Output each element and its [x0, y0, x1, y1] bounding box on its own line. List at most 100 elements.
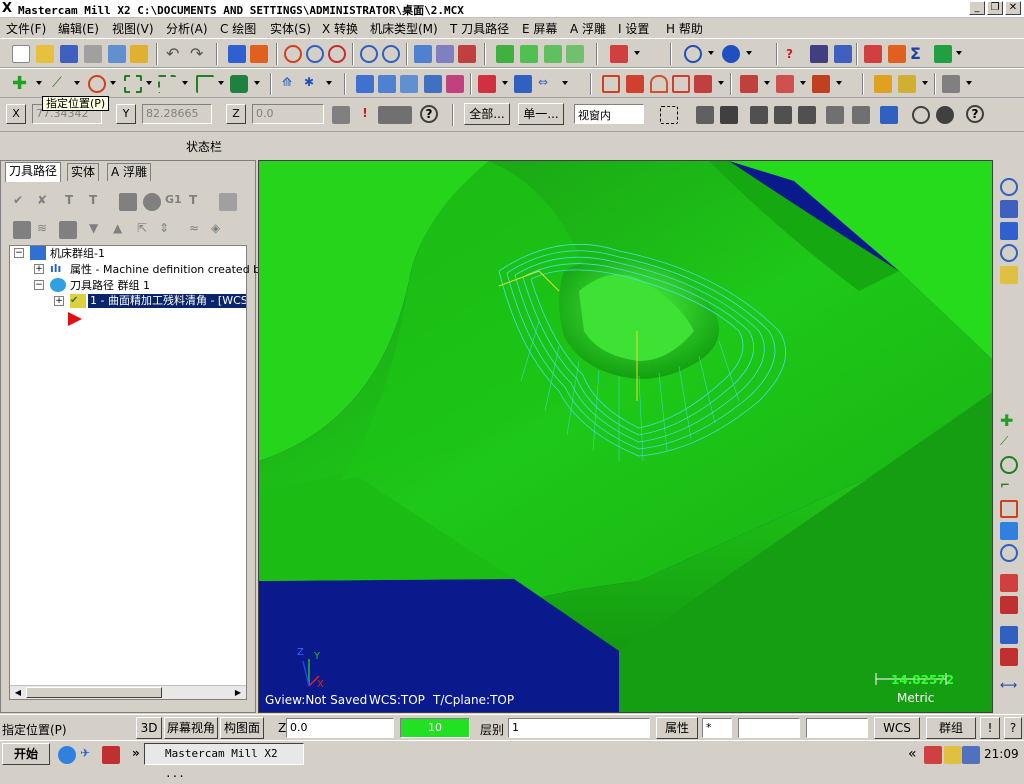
scroll-thumb[interactable] [26, 687, 162, 698]
window-box-icon[interactable] [660, 106, 678, 124]
menu-file[interactable]: 文件(F) [6, 20, 46, 37]
select-dirty-ops-icon[interactable]: ✘ [37, 193, 55, 211]
open-file-icon[interactable] [36, 45, 54, 63]
redo-icon[interactable]: ↷ [190, 45, 208, 63]
menu-machine-type[interactable]: 机床类型(M) [370, 20, 438, 37]
zoom-fit-icon[interactable] [306, 45, 324, 63]
expand-operation-icon[interactable]: + [54, 296, 64, 306]
globe-icon[interactable] [684, 45, 702, 63]
plane-button[interactable]: 构图面 [220, 717, 264, 739]
minimize-button[interactable]: _ [969, 1, 985, 15]
regenerate-dirty-icon[interactable]: T [89, 193, 107, 211]
menu-edit[interactable]: 编辑(E) [58, 20, 99, 37]
status-help-button[interactable]: ? [1004, 717, 1022, 739]
menu-screen[interactable]: E 屏幕 [522, 20, 557, 37]
verify-selection-icon[interactable] [880, 106, 898, 124]
tray-expand[interactable]: « [908, 746, 917, 762]
line-create-icon[interactable]: ⟋ [1000, 434, 1018, 452]
grid-icon[interactable] [514, 75, 532, 93]
ruler-icon[interactable] [898, 75, 916, 93]
y-coordinate-field[interactable]: 82.28665 [142, 104, 212, 124]
expand-properties-icon[interactable]: + [34, 264, 44, 274]
network-icon[interactable] [962, 746, 980, 764]
insert-arrow-icon[interactable]: ⇱ [137, 221, 155, 239]
globe-view-icon[interactable] [1000, 544, 1018, 562]
pan-view-icon[interactable] [1000, 222, 1018, 240]
select-only-button[interactable]: 单一... [518, 103, 564, 125]
wrench-icon[interactable] [942, 75, 960, 93]
translate-icon[interactable] [356, 75, 374, 93]
select-all-button[interactable]: 全部... [464, 103, 510, 125]
snap-settings-icon[interactable] [378, 106, 412, 124]
mirror-icon[interactable] [378, 75, 396, 93]
unzoom-icon[interactable] [382, 45, 400, 63]
dimension-icon[interactable] [478, 75, 496, 93]
post-ops-icon[interactable]: T [189, 193, 207, 211]
scroll-left-icon[interactable]: ◀ [12, 687, 24, 699]
toolpath-manager-icon[interactable] [864, 45, 882, 63]
cup-icon[interactable] [130, 45, 148, 63]
zoom-window-icon[interactable] [284, 45, 302, 63]
line-style-dropdown[interactable] [738, 718, 800, 738]
collapse-icon[interactable]: ◈ [211, 221, 229, 239]
point-style-dropdown[interactable]: * [702, 718, 732, 738]
window-select-dropdown[interactable]: 视窗内 [574, 104, 644, 124]
groups-button[interactable]: 群组 [926, 717, 976, 739]
line-icon[interactable]: ⟋ [52, 75, 70, 93]
media-icon[interactable] [102, 746, 120, 764]
menu-settings[interactable]: I 设置 [618, 20, 649, 37]
ruled-surface-icon[interactable] [626, 75, 644, 93]
backplot-ops-icon[interactable] [119, 193, 137, 211]
layer-icon[interactable] [1000, 648, 1018, 666]
view-3d-button[interactable]: 3D [136, 717, 162, 739]
scroll-right-icon[interactable]: ▶ [232, 687, 244, 699]
g1-icon[interactable]: G1 [165, 193, 183, 211]
point-create-icon[interactable]: ✚ [1000, 412, 1018, 430]
fillet-icon[interactable] [124, 75, 142, 93]
statistics-icon[interactable] [834, 45, 852, 63]
verify-ops-icon[interactable] [143, 193, 161, 211]
sigma-icon[interactable]: Σ [910, 45, 928, 63]
level-field[interactable]: 1 [508, 718, 650, 738]
tree-operation[interactable]: 1 - 曲面精加工残料清角 - [WCS [88, 294, 246, 308]
rectangle-icon[interactable] [196, 75, 214, 93]
shaded-cube-icon[interactable] [496, 45, 514, 63]
z-label[interactable]: Z [226, 104, 246, 124]
ie-icon[interactable] [58, 746, 76, 764]
trim-icon[interactable]: ⟰ [282, 75, 300, 93]
attributes-button[interactable]: 属性 [656, 717, 698, 739]
menu-xform[interactable]: X 转换 [322, 20, 358, 37]
chain-icon[interactable]: ⇔ [538, 75, 556, 93]
solid-extrude-icon[interactable] [740, 75, 758, 93]
start-button[interactable]: 开始 [2, 743, 50, 765]
zoom-out-icon[interactable] [328, 45, 346, 63]
close-button[interactable]: ✕ [1005, 1, 1021, 15]
solid-fillet-icon[interactable] [812, 75, 830, 93]
select-arrow-icon[interactable] [696, 106, 714, 124]
print-icon[interactable] [84, 45, 102, 63]
revolve-icon[interactable] [650, 75, 668, 93]
point-icon[interactable]: ✚ [12, 75, 30, 93]
repaint-icon[interactable] [414, 45, 432, 63]
lock-icon[interactable] [13, 221, 31, 239]
tree-horizontal-scrollbar[interactable]: ◀ ▶ [10, 685, 246, 699]
delete-icon[interactable] [250, 45, 268, 63]
pencil-icon[interactable] [874, 75, 892, 93]
print-preview-icon[interactable] [108, 45, 126, 63]
machine-icon[interactable] [810, 45, 828, 63]
part-render[interactable] [259, 161, 993, 713]
arc-create-icon[interactable] [1000, 456, 1018, 474]
save-icon[interactable] [60, 45, 78, 63]
break-icon[interactable]: ✱ [304, 75, 322, 93]
screen-view-button[interactable]: 屏幕视角 [164, 717, 218, 739]
chamfer-icon[interactable] [158, 75, 176, 93]
move-down-icon[interactable]: ▼ [89, 221, 107, 239]
circle-icon[interactable] [88, 75, 106, 93]
open-view-icon[interactable] [1000, 266, 1018, 284]
tab-art[interactable]: A 浮雕 [107, 163, 152, 181]
z-depth-field[interactable]: 0.0 [286, 718, 394, 738]
select-solid-icon[interactable] [720, 106, 738, 124]
menu-view[interactable]: 视图(V) [112, 20, 154, 37]
clear-selection-icon[interactable] [912, 106, 930, 124]
regen-icon[interactable] [436, 45, 454, 63]
